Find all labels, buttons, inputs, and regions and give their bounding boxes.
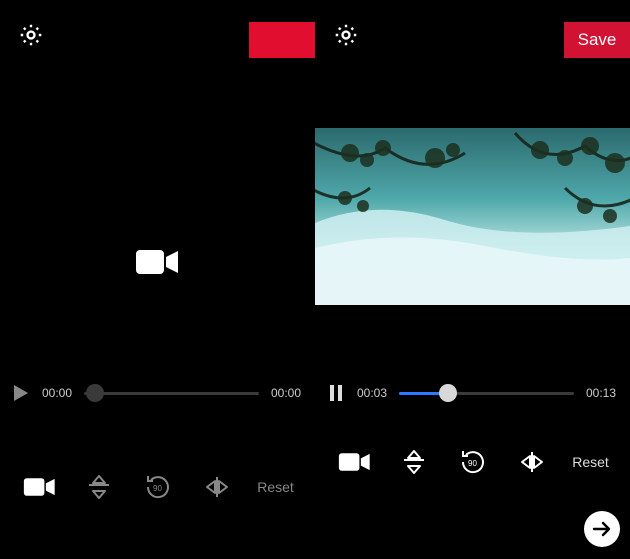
flip-horizontal-icon[interactable] [197, 467, 237, 507]
camera-icon[interactable] [20, 467, 60, 507]
reset-button[interactable]: Reset [256, 479, 296, 495]
svg-text:90: 90 [153, 484, 162, 493]
timeline: 00:03 00:13 [315, 373, 630, 413]
gear-icon[interactable] [333, 22, 359, 48]
camera-icon[interactable] [136, 247, 180, 277]
time-total: 00:13 [584, 386, 618, 400]
topbar: Save [315, 0, 630, 64]
gear-icon[interactable] [18, 22, 44, 48]
save-button[interactable]: Save [249, 22, 315, 58]
tool-row: 90 Reset [0, 465, 315, 509]
reset-button[interactable]: Reset [571, 454, 611, 470]
seek-track[interactable] [399, 392, 574, 395]
save-button[interactable]: Save [564, 22, 630, 58]
play-icon[interactable] [12, 384, 30, 402]
seek-thumb[interactable] [439, 384, 457, 402]
timeline: 00:00 00:00 [0, 373, 315, 413]
flip-horizontal-icon[interactable] [512, 442, 552, 482]
time-current: 00:00 [40, 386, 74, 400]
svg-text:90: 90 [468, 459, 477, 468]
arrow-right-icon[interactable] [584, 511, 620, 547]
flip-vertical-icon[interactable] [79, 467, 119, 507]
seek-thumb[interactable] [86, 384, 104, 402]
seek-track[interactable] [84, 392, 259, 395]
rotate-90-icon[interactable]: 90 [453, 442, 493, 482]
tool-row: 90 Reset [315, 440, 630, 484]
camera-icon[interactable] [335, 442, 375, 482]
topbar: Save [0, 0, 315, 64]
pause-icon[interactable] [327, 385, 345, 401]
rotate-90-icon[interactable]: 90 [138, 467, 178, 507]
flip-vertical-icon[interactable] [394, 442, 434, 482]
editor-pane-loaded: Save [315, 0, 630, 559]
time-total: 00:00 [269, 386, 303, 400]
video-preview[interactable] [315, 128, 630, 305]
save-label: Save [578, 30, 617, 50]
time-current: 00:03 [355, 386, 389, 400]
editor-pane-empty: Save 00:00 00:00 [0, 0, 315, 559]
